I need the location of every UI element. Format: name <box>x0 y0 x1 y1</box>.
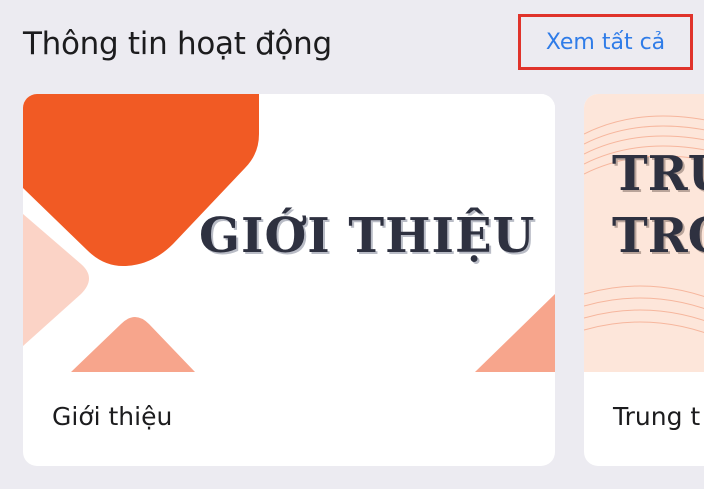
banner-title: GIỚI THIỆU <box>199 208 536 264</box>
activity-card-center[interactable]: TRU TRO Trung t <box>584 94 704 466</box>
card-banner-image: TRU TRO <box>584 94 704 372</box>
card-banner-image: GIỚI THIỆU <box>23 94 555 372</box>
activity-info-section: Thông tin hoạt động Xem tất cả GIỚI THIỆ… <box>0 0 704 489</box>
banner-title-line-2: TRO <box>612 208 704 264</box>
banner-title-line-1: TRU <box>612 146 704 202</box>
card-caption: Giới thiệu <box>52 402 173 431</box>
section-title: Thông tin hoạt động <box>23 26 332 62</box>
activity-card-introduction[interactable]: GIỚI THIỆU Giới thiệu <box>23 94 555 466</box>
see-all-link[interactable]: Xem tất cả <box>518 14 693 70</box>
card-caption: Trung t <box>613 402 701 431</box>
